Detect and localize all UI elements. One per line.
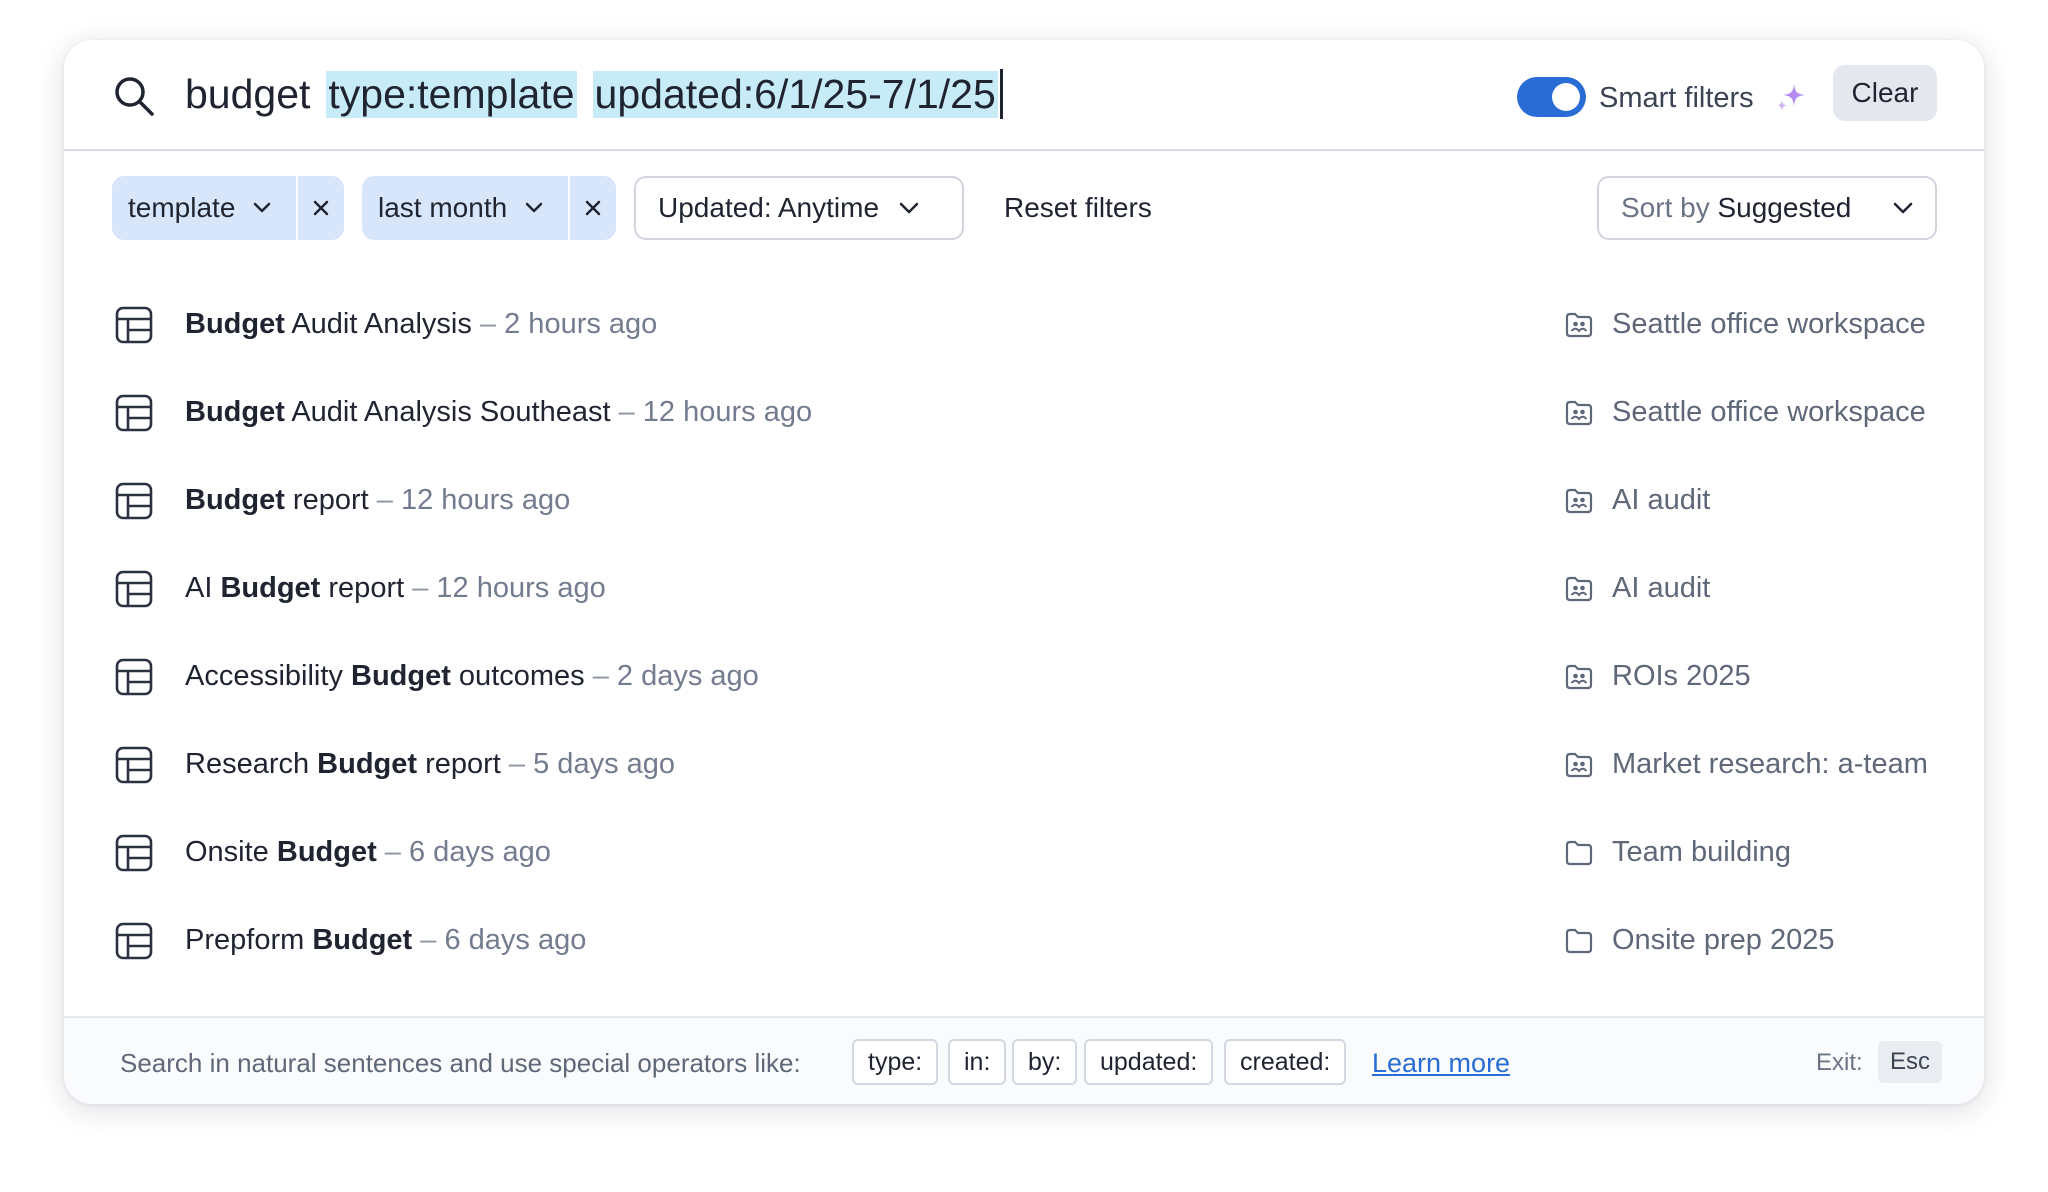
filter-chip-date-dropdown[interactable]: last month xyxy=(362,176,568,240)
text-caret xyxy=(999,69,1003,119)
result-row[interactable]: Budget Audit Analysis Southeast – 12 hou… xyxy=(64,382,1984,442)
sort-value: Suggested xyxy=(1717,192,1852,223)
result-time: 12 hours ago xyxy=(400,484,571,516)
result-row[interactable]: Budget report – 12 hours ago AI audit xyxy=(64,470,1984,530)
result-row[interactable]: AI Budget report – 12 hours ago AI audit xyxy=(64,558,1984,618)
result-row[interactable]: Prepform Budget – 6 days ago Onsite prep… xyxy=(64,910,1984,970)
folder-icon xyxy=(1565,840,1593,866)
sort-dropdown[interactable]: Sort by Suggested xyxy=(1597,176,1937,240)
result-location: Team building xyxy=(1612,836,1791,868)
smart-filters-toggle[interactable] xyxy=(1517,77,1586,117)
template-table-icon xyxy=(115,834,153,872)
reset-filters-button[interactable]: Reset filters xyxy=(1004,176,1152,240)
template-table-icon xyxy=(115,746,153,784)
learn-more-link[interactable]: Learn more xyxy=(1372,1040,1510,1086)
result-title: AI Budget report – 12 hours ago xyxy=(185,572,606,604)
search-icon xyxy=(115,77,154,116)
remove-chip-button[interactable] xyxy=(568,176,616,240)
exit-label: Exit: xyxy=(1816,1049,1863,1076)
template-table-icon xyxy=(115,922,153,960)
folder-icon xyxy=(1565,928,1593,954)
footer-hint-text: Search in natural sentences and use spec… xyxy=(120,1048,801,1078)
sort-prefix: Sort by xyxy=(1621,192,1710,223)
shared-folder-icon xyxy=(1565,576,1593,602)
query-token-updated: updated:6/1/25-7/1/25 xyxy=(592,70,998,118)
operator-chip-by[interactable]: by: xyxy=(1012,1039,1078,1085)
sort-label: Sort by Suggested xyxy=(1621,192,1851,224)
close-icon xyxy=(313,200,329,216)
result-title: Budget Audit Analysis Southeast – 12 hou… xyxy=(185,396,813,428)
result-location: Market research: a-team xyxy=(1612,748,1928,780)
template-table-icon xyxy=(115,394,153,432)
search-panel: budget type:template updated:6/1/25-7/1/25… xyxy=(64,40,1984,1104)
shared-folder-icon xyxy=(1565,664,1593,690)
result-title: Prepform Budget – 6 days ago xyxy=(185,924,587,956)
chevron-down-icon xyxy=(525,202,543,213)
query-text: budget xyxy=(185,70,311,117)
result-location: Seattle office workspace xyxy=(1612,396,1926,428)
toggle-knob xyxy=(1552,83,1580,111)
chip-label: last month xyxy=(378,192,508,223)
clear-button[interactable]: Clear xyxy=(1833,65,1937,121)
result-title: Onsite Budget – 6 days ago xyxy=(185,836,551,868)
chevron-down-icon xyxy=(1893,202,1913,214)
updated-dropdown-label: Updated: Anytime xyxy=(658,192,880,223)
updated-dropdown[interactable]: Updated: Anytime xyxy=(634,176,964,240)
operator-chip-type[interactable]: type: xyxy=(852,1039,939,1085)
result-time: 6 days ago xyxy=(444,924,587,956)
result-location: AI audit xyxy=(1612,484,1711,516)
smart-filters-label: Smart filters xyxy=(1599,82,1754,114)
shared-folder-icon xyxy=(1565,488,1593,514)
template-table-icon xyxy=(115,658,153,696)
shared-folder-icon xyxy=(1565,400,1593,426)
filter-chip-date: last month xyxy=(362,176,616,240)
chip-label: template xyxy=(128,192,236,223)
template-table-icon xyxy=(115,482,153,520)
chevron-down-icon xyxy=(899,202,919,214)
result-location: ROIs 2025 xyxy=(1612,660,1751,692)
query-token-type: type:template xyxy=(326,70,577,118)
result-time: 2 hours ago xyxy=(504,308,658,340)
result-time: 5 days ago xyxy=(533,748,676,780)
result-time: 12 hours ago xyxy=(436,572,606,604)
result-row[interactable]: Budget Audit Analysis – 2 hours ago Seat… xyxy=(64,294,1984,354)
result-location: Seattle office workspace xyxy=(1612,308,1926,340)
result-title: Budget report – 12 hours ago xyxy=(185,484,571,516)
template-table-icon xyxy=(115,306,153,344)
chevron-down-icon xyxy=(254,202,271,213)
result-location: Onsite prep 2025 xyxy=(1612,924,1835,956)
search-input[interactable]: budget type:template updated:6/1/25-7/1/25 xyxy=(185,66,1003,122)
result-row[interactable]: Accessibility Budget outcomes – 2 days a… xyxy=(64,646,1984,706)
shared-folder-icon xyxy=(1565,752,1593,778)
result-time: 2 days ago xyxy=(616,660,759,692)
filter-row: template last month Updated: Anytime Res… xyxy=(64,176,1984,240)
esc-key-badge[interactable]: Esc xyxy=(1878,1041,1943,1083)
remove-chip-button[interactable] xyxy=(296,176,344,240)
result-row[interactable]: Research Budget report – 5 days ago Mark… xyxy=(64,734,1984,794)
filter-chip-type-dropdown[interactable]: template xyxy=(112,176,296,240)
result-title: Research Budget report – 5 days ago xyxy=(185,748,676,780)
shared-folder-icon xyxy=(1565,312,1593,338)
search-bar: budget type:template updated:6/1/25-7/1/25… xyxy=(64,40,1984,151)
result-time: 6 days ago xyxy=(409,836,551,868)
result-title: Accessibility Budget outcomes – 2 days a… xyxy=(185,660,759,692)
result-title: Budget Audit Analysis – 2 hours ago xyxy=(185,308,658,340)
result-row[interactable]: Onsite Budget – 6 days ago Team building xyxy=(64,822,1984,882)
footer-hint-bar: Search in natural sentences and use spec… xyxy=(64,1016,1984,1104)
operator-chip-created[interactable]: created: xyxy=(1224,1039,1347,1085)
close-icon xyxy=(585,200,601,216)
operator-chip-in[interactable]: in: xyxy=(948,1039,1007,1085)
result-location: AI audit xyxy=(1612,572,1711,604)
template-table-icon xyxy=(115,570,153,608)
sparkle-icon xyxy=(1777,84,1805,111)
filter-chip-type: template xyxy=(112,176,344,240)
operator-chip-updated[interactable]: updated: xyxy=(1084,1039,1214,1085)
result-time: 12 hours ago xyxy=(642,396,813,428)
